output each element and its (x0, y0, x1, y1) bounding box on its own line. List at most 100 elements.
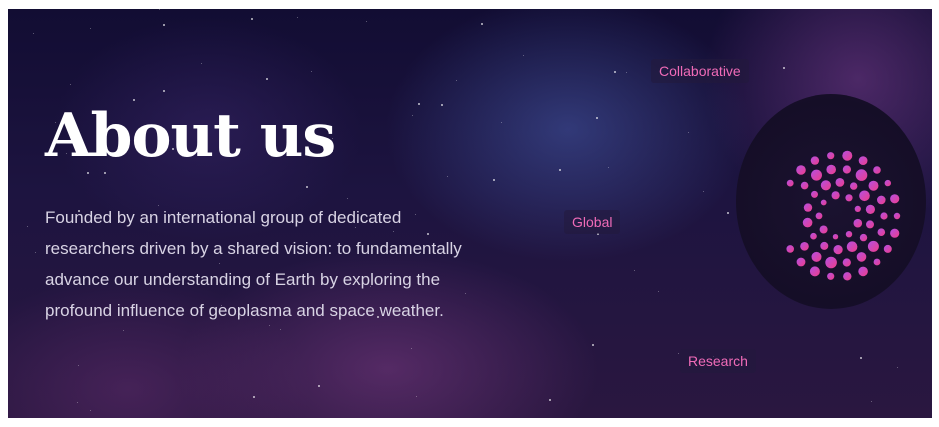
star (163, 90, 165, 92)
star (90, 410, 91, 411)
star (201, 63, 202, 64)
star (78, 365, 79, 366)
logo-dot (868, 180, 879, 191)
star (493, 179, 495, 181)
logo-dot (858, 266, 868, 277)
logo-dot (866, 220, 874, 229)
logo-dot (827, 152, 835, 160)
star (163, 24, 165, 26)
logo-dot (850, 182, 858, 190)
star (311, 71, 312, 72)
star (481, 23, 483, 25)
logo-dot (883, 244, 892, 253)
research-tag: Research (680, 349, 756, 373)
logo-dot (835, 178, 845, 187)
star (306, 186, 308, 188)
star (280, 329, 281, 330)
star (559, 169, 561, 171)
star (251, 18, 253, 20)
star (253, 396, 255, 398)
about-hero-section: About us Founded by an international gro… (8, 9, 932, 418)
star (77, 402, 78, 403)
star (347, 198, 348, 199)
star (90, 28, 91, 29)
logo-dot (859, 233, 868, 242)
star (411, 348, 412, 349)
logo-dot (842, 258, 851, 267)
star (658, 291, 659, 292)
dot-ring-logo-icon (786, 150, 901, 281)
logo-dot (873, 166, 881, 174)
star (418, 103, 420, 105)
star (104, 172, 106, 174)
star (626, 72, 627, 73)
logo-dot (854, 205, 861, 212)
logo-dot (890, 194, 900, 204)
logo-dot (811, 190, 818, 198)
logo-dot (796, 165, 806, 175)
star (783, 67, 785, 69)
logo-dot (893, 212, 901, 220)
logo-dot (856, 252, 867, 262)
star (608, 167, 609, 168)
star (87, 172, 89, 174)
logo-dot (865, 204, 875, 214)
logo-dot (820, 180, 831, 191)
logo-dot (802, 217, 813, 228)
logo-dot (877, 228, 886, 236)
logo-dot (820, 199, 827, 206)
page-title: About us (45, 101, 336, 171)
logo-dot (853, 218, 863, 228)
logo-dot (873, 258, 881, 266)
logo-dot (843, 272, 852, 281)
star (412, 115, 413, 116)
star (897, 367, 898, 368)
logo-dot (855, 169, 868, 181)
star (703, 191, 704, 192)
logo-dot (842, 165, 851, 174)
logo-dot (877, 195, 886, 205)
logo-dot (819, 225, 828, 234)
logo-dot (832, 234, 839, 240)
logo-dot (820, 241, 829, 250)
global-tag: Global (564, 210, 621, 234)
logo-dot (884, 179, 891, 187)
star (33, 33, 34, 34)
logo-dot (811, 169, 822, 181)
logo-dot (845, 194, 853, 202)
logo-dot (786, 245, 794, 253)
logo-dot (826, 164, 836, 175)
star (501, 122, 502, 123)
logo-dot (809, 266, 820, 277)
star (447, 176, 448, 177)
logo-dot (890, 228, 900, 238)
logo-dot (827, 272, 835, 280)
logo-dot (831, 191, 840, 200)
logo-dot (845, 231, 853, 238)
star (123, 330, 124, 331)
logo-dot (842, 150, 853, 161)
logo-dot (858, 156, 868, 165)
logo-dot (867, 240, 879, 252)
star (596, 117, 598, 119)
about-description: Founded by an international group of ded… (45, 208, 462, 320)
logo-dot (811, 251, 822, 262)
star (678, 353, 679, 354)
logo-dot (880, 212, 888, 220)
star (592, 344, 594, 346)
star (266, 78, 268, 80)
star (35, 252, 36, 253)
star (70, 84, 71, 85)
logo-dot (810, 232, 817, 240)
logo-dot (859, 190, 870, 202)
star (159, 9, 160, 10)
star (366, 21, 367, 22)
star (860, 357, 862, 359)
star (727, 212, 729, 214)
logo-dot (796, 257, 806, 267)
logo-dot (786, 179, 794, 187)
star (27, 226, 28, 227)
star (871, 401, 872, 402)
star (634, 270, 635, 271)
star (523, 55, 524, 56)
